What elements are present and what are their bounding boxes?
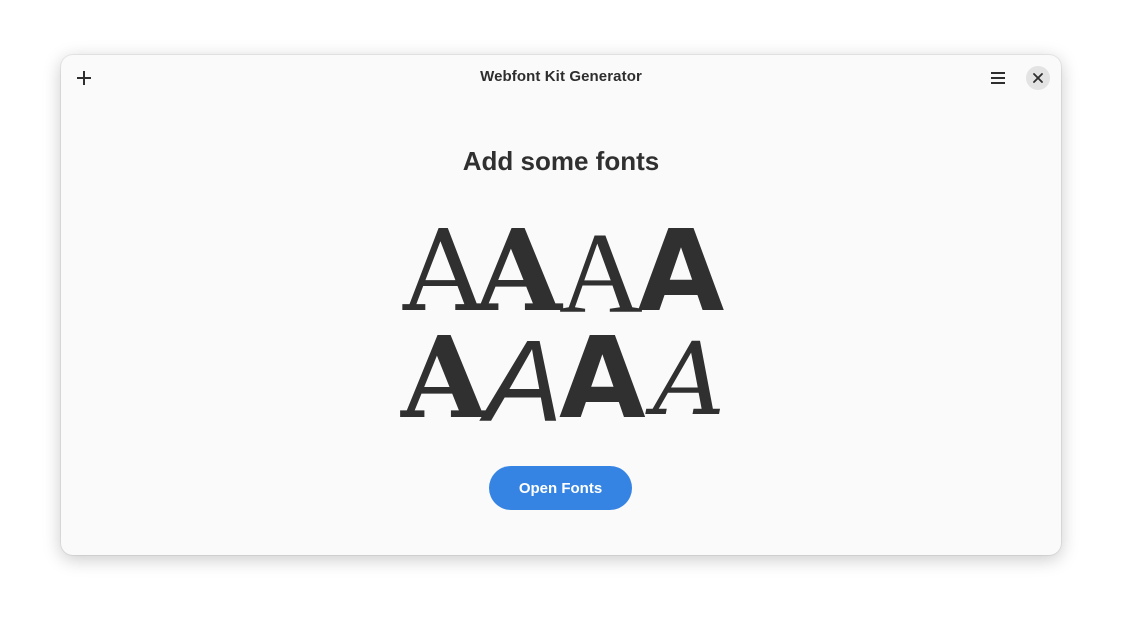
- glyph-sample: A: [652, 321, 726, 438]
- glyph-sample: A: [401, 313, 488, 444]
- font-glyph-illustration: A A A A A A A A: [401, 216, 731, 440]
- open-fonts-button[interactable]: Open Fonts: [489, 466, 632, 510]
- glyph-sample: A: [637, 207, 725, 337]
- glyph-sample: A: [559, 314, 646, 444]
- close-window-button[interactable]: [1026, 66, 1050, 90]
- window-title: Webfont Kit Generator: [480, 68, 642, 85]
- empty-state-heading: Add some fonts: [462, 146, 660, 176]
- app-window: Webfont Kit Generator Add some fonts A A…: [61, 55, 1061, 555]
- glyph-sample: A: [403, 207, 484, 337]
- hamburger-menu-icon: [991, 72, 1005, 84]
- header-bar: Webfont Kit Generator: [61, 55, 1061, 101]
- glyph-sample: A: [485, 316, 563, 446]
- close-icon: [1033, 73, 1043, 83]
- glyph-sample: A: [475, 206, 562, 337]
- main-menu-button[interactable]: [981, 62, 1015, 94]
